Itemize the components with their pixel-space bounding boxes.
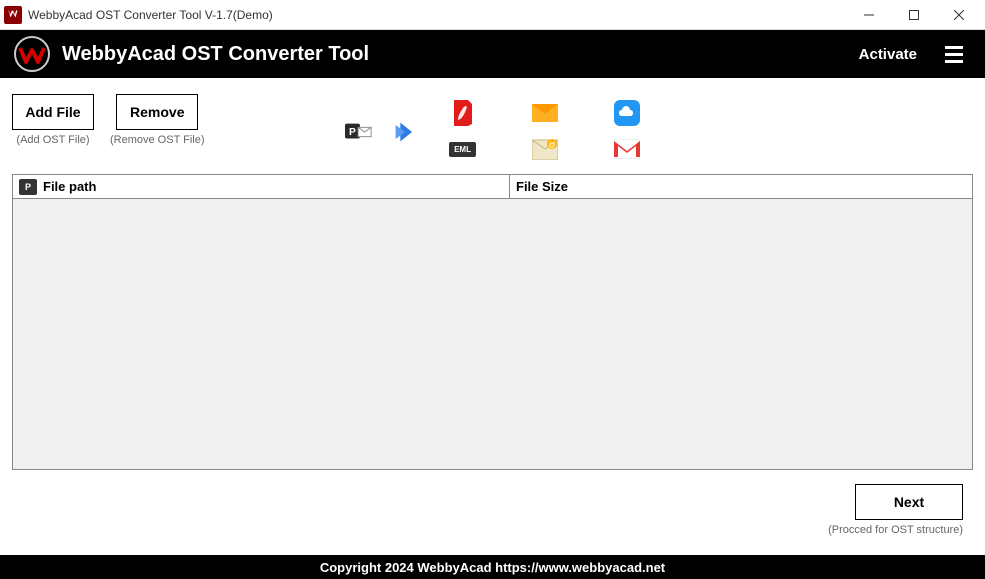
close-button[interactable] — [936, 1, 981, 29]
svg-text:@: @ — [548, 142, 555, 149]
window-controls — [846, 1, 981, 29]
file-table: P File path File Size — [12, 174, 973, 470]
icloud-icon — [613, 100, 641, 126]
copyright-bar: Copyright 2024 WebbyAcad https://www.web… — [0, 555, 985, 579]
table-header: P File path File Size — [13, 175, 972, 199]
app-icon — [4, 6, 22, 24]
mail-yellow-icon — [531, 100, 559, 126]
button-group: Add File (Add OST File) Remove (Remove O… — [12, 94, 205, 146]
add-file-caption: (Add OST File) — [16, 134, 89, 146]
minimize-button[interactable] — [846, 1, 891, 29]
header-logo-icon — [12, 34, 52, 74]
pdf-icon — [449, 100, 477, 126]
toolbar: Add File (Add OST File) Remove (Remove O… — [0, 78, 985, 174]
hamburger-menu-icon[interactable] — [945, 46, 963, 63]
remove-caption: (Remove OST File) — [110, 134, 205, 146]
remove-button[interactable]: Remove — [116, 94, 198, 130]
column-file-path[interactable]: P File path — [13, 175, 510, 198]
mail-stamp-icon: @ — [531, 136, 559, 162]
target-formats: EML @ — [449, 100, 671, 164]
column-file-size[interactable]: File Size — [510, 175, 972, 198]
add-file-button[interactable]: Add File — [12, 94, 94, 130]
arrow-right-icon — [391, 119, 419, 145]
gmail-icon — [613, 136, 641, 162]
column-file-path-label: File path — [43, 179, 96, 194]
activate-button[interactable]: Activate — [859, 46, 917, 63]
next-button[interactable]: Next — [855, 484, 963, 520]
app-header: WebbyAcad OST Converter Tool Activate — [0, 30, 985, 78]
column-file-size-label: File Size — [516, 179, 568, 194]
titlebar: WebbyAcad OST Converter Tool V-1.7(Demo) — [0, 0, 985, 30]
pst-source-icon: P — [345, 119, 373, 145]
window-title: WebbyAcad OST Converter Tool V-1.7(Demo) — [28, 8, 846, 22]
header-title: WebbyAcad OST Converter Tool — [62, 43, 859, 66]
eml-icon: EML — [449, 136, 477, 162]
footer: Next (Procced for OST structure) — [0, 470, 985, 542]
svg-text:P: P — [349, 127, 356, 138]
maximize-button[interactable] — [891, 1, 936, 29]
pst-column-icon: P — [19, 179, 37, 195]
conversion-flow: P EML @ — [345, 100, 671, 164]
next-caption: (Procced for OST structure) — [828, 524, 963, 536]
